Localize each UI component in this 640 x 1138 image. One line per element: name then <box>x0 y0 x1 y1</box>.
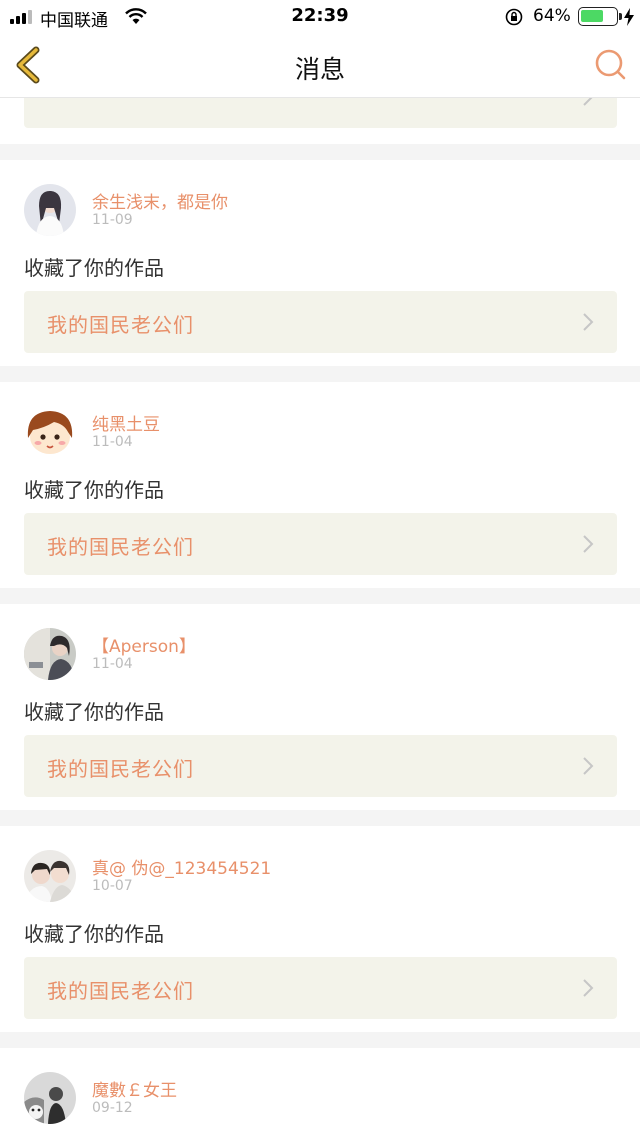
chevron-right-icon <box>583 757 594 775</box>
username[interactable]: 【Aperson】 <box>92 632 196 657</box>
work-link[interactable]: 我的国民老公们 <box>24 735 617 797</box>
message-card: 【Aperson】 11-04 收藏了你的作品 我的国民老公们 <box>0 604 640 810</box>
nav-bar: 消息 <box>0 32 640 98</box>
avatar[interactable] <box>24 850 76 902</box>
message-date: 09-12 <box>92 1100 133 1116</box>
work-title: 我的国民老公们 <box>47 757 194 781</box>
message-card: 余生浅末，都是你 11-09 收藏了你的作品 我的国民老公们 <box>0 160 640 366</box>
message-card: 魔數￡女王 09-12 <box>0 1048 640 1138</box>
battery-icon <box>578 7 618 26</box>
work-link[interactable]: 我的国民老公们 <box>24 513 617 575</box>
page-title: 消息 <box>294 55 345 84</box>
work-title: 我的国民老公们 <box>47 979 194 1003</box>
username[interactable]: 余生浅末，都是你 <box>92 188 228 213</box>
username[interactable]: 纯黑土豆 <box>92 410 160 435</box>
message-date: 10-07 <box>92 878 133 894</box>
avatar[interactable] <box>24 406 76 458</box>
rotation-lock-icon <box>505 8 523 26</box>
status-bar: 中国联通 22:39 64% <box>0 0 640 32</box>
action-text: 收藏了你的作品 <box>24 256 164 280</box>
battery-percent: 64% <box>533 6 571 26</box>
username[interactable]: 真@ 伪@_123454521 <box>92 854 271 879</box>
chevron-right-icon <box>583 979 594 997</box>
work-link[interactable]: 我的国民老公们 <box>24 957 617 1019</box>
chevron-right-icon <box>583 313 594 331</box>
partial-message-card <box>0 98 640 144</box>
search-icon[interactable] <box>592 48 628 82</box>
work-link[interactable] <box>24 98 617 128</box>
battery-level <box>581 10 603 22</box>
avatar[interactable] <box>24 1072 76 1124</box>
avatar[interactable] <box>24 628 76 680</box>
action-text: 收藏了你的作品 <box>24 922 164 946</box>
work-title: 我的国民老公们 <box>47 313 194 337</box>
username[interactable]: 魔數￡女王 <box>92 1076 177 1101</box>
message-date: 11-04 <box>92 434 133 450</box>
work-title: 我的国民老公们 <box>47 535 194 559</box>
chevron-right-icon <box>583 535 594 553</box>
avatar[interactable] <box>24 184 76 236</box>
message-date: 11-09 <box>92 212 133 228</box>
message-card: 真@ 伪@_123454521 10-07 收藏了你的作品 我的国民老公们 <box>0 826 640 1032</box>
action-text: 收藏了你的作品 <box>24 478 164 502</box>
chevron-right-icon <box>583 98 593 106</box>
message-date: 11-04 <box>92 656 133 672</box>
charging-bolt-icon <box>624 8 634 26</box>
message-card: 纯黑土豆 11-04 收藏了你的作品 我的国民老公们 <box>0 382 640 588</box>
action-text: 收藏了你的作品 <box>24 700 164 724</box>
work-link[interactable]: 我的国民老公们 <box>24 291 617 353</box>
